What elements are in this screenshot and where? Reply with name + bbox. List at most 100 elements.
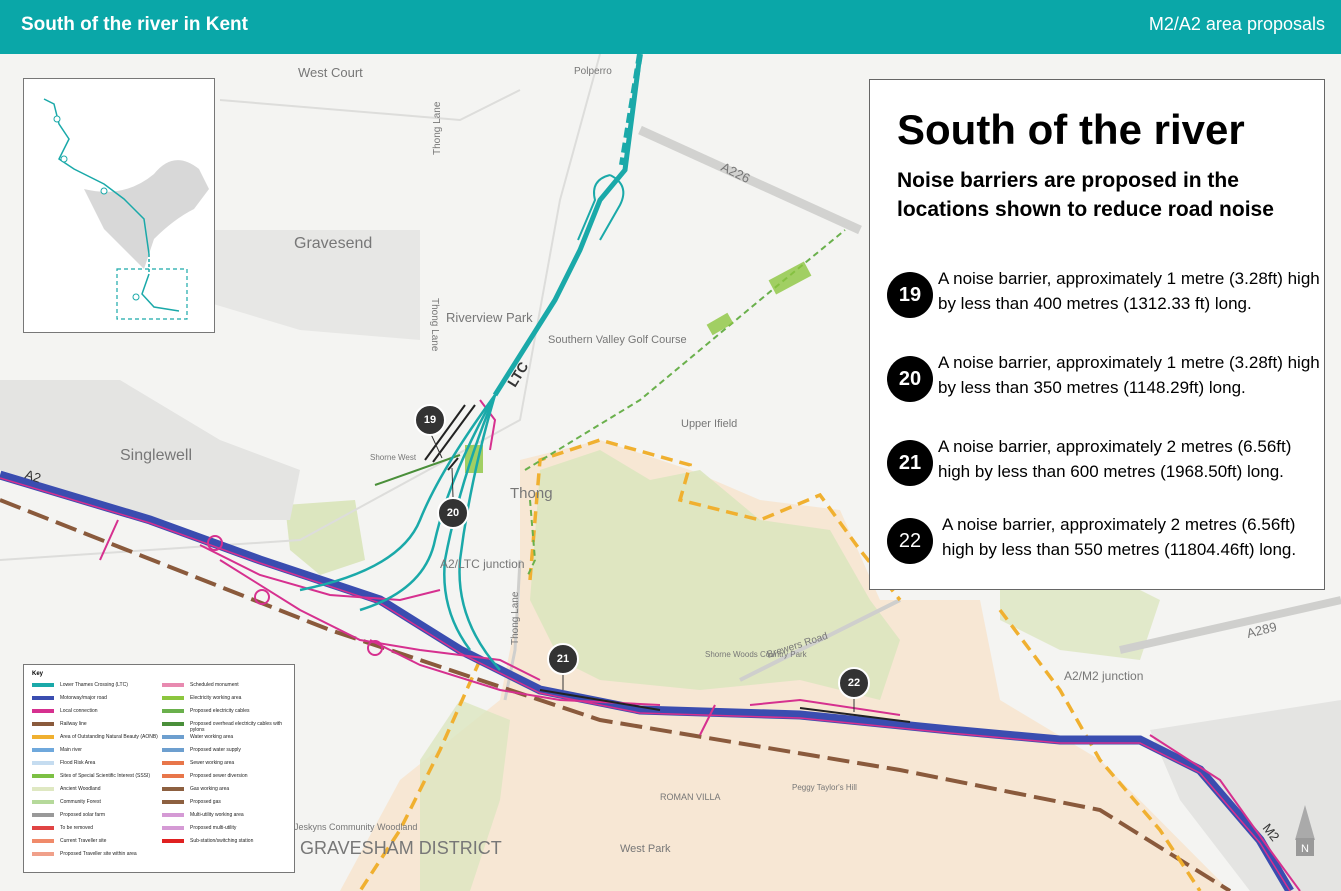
legend-swatch: [32, 761, 54, 765]
legend-swatch: [162, 787, 184, 791]
barrier-number-badge: 20: [887, 356, 933, 402]
legend-swatch: [162, 735, 184, 739]
legend-item-label: Proposed solar farm: [60, 812, 106, 818]
legend-item-label: Proposed Traveller site within area: [60, 851, 137, 857]
legend-item-label: Community Forest: [60, 799, 101, 805]
legend-swatch: [162, 774, 184, 778]
inset-river: [84, 160, 209, 269]
legend-swatch: [162, 800, 184, 804]
legend-item-label: Sewer working area: [190, 760, 235, 766]
legend-item-label: Motorway/major road: [60, 695, 107, 701]
header-bar: South of the river in Kent M2/A2 area pr…: [0, 0, 1341, 54]
label-gravesham: GRAVESHAM DISTRICT: [300, 838, 502, 858]
legend-item-label: Area of Outstanding Natural Beauty (AONB…: [60, 734, 158, 740]
legend-item-label: Sites of Special Scientific Interest (SS…: [60, 773, 151, 779]
legend-swatch: [162, 722, 184, 726]
legend-swatch: [162, 748, 184, 752]
barrier-description: A noise barrier, approximately 2 metres …: [938, 437, 1292, 481]
legend-swatch: [32, 852, 54, 856]
label-west-court: West Court: [298, 65, 363, 80]
barrier-number-badge: 19: [887, 272, 933, 318]
label-jeskyns: Jeskyns Community Woodland: [294, 822, 417, 832]
legend-swatch: [162, 826, 184, 830]
legend-item-label: Current Traveller site: [60, 838, 107, 844]
inset-ltc-route-south: [141, 273, 180, 312]
legend-item-label: Electricity working area: [190, 695, 242, 701]
label-a2-m2-junction: A2/M2 junction: [1064, 669, 1143, 683]
marker-22[interactable]: 22: [838, 667, 870, 699]
header-subtitle: M2/A2 area proposals: [1148, 14, 1325, 34]
label-peggy-taylors: Peggy Taylor's Hill: [792, 783, 857, 792]
inset-junction: [60, 155, 68, 163]
legend-swatch: [162, 761, 184, 765]
label-a2-ltc-junction: A2/LTC junction: [440, 557, 525, 571]
header-title: South of the river in Kent: [21, 14, 248, 35]
inset-svg: [43, 98, 209, 320]
legend-item-label: Local connection: [60, 708, 98, 714]
barrier-description: A noise barrier, approximately 1 metre (…: [938, 353, 1320, 397]
label-riverview-park: Riverview Park: [446, 310, 533, 325]
label-polperro: Polperro: [574, 66, 612, 77]
legend-item-label: Multi-utility working area: [190, 812, 244, 818]
legend-swatch: [32, 813, 54, 817]
legend-swatch: [162, 839, 184, 843]
label-thong-lane-north: Thong Lane: [432, 101, 443, 155]
legend-item-label: Water working area: [190, 734, 234, 740]
north-arrow-label: N: [1301, 843, 1309, 855]
legend-swatch: [32, 722, 54, 726]
label-roman-villa: ROMAN VILLA: [660, 792, 721, 802]
legend-item-label: Proposed overhead electricity cables wit…: [190, 721, 282, 733]
legend-swatch: [32, 709, 54, 713]
barrier-description: A noise barrier, approximately 2 metres …: [942, 515, 1297, 559]
barrier-description: A noise barrier, approximately 1 metre (…: [938, 269, 1320, 313]
legend-item-label: Scheduled monument: [190, 682, 239, 688]
legend-item-label: Railway line: [60, 721, 87, 727]
legend-swatch: [32, 787, 54, 791]
legend-swatch: [32, 735, 54, 739]
legend-item-label: Sub-station/switching station: [190, 838, 254, 844]
legend-item-label: Flood Risk Area: [60, 760, 96, 766]
marker-19[interactable]: 19: [414, 404, 446, 436]
legend-swatch: [32, 800, 54, 804]
legend-item-label: Proposed sewer diversion: [190, 773, 248, 779]
label-upper-ifield: Upper Ifield: [681, 418, 737, 430]
panel-subtitle: Noise barriers are proposed in the locat…: [897, 169, 1274, 221]
barrier-number-badge: 21: [887, 440, 933, 486]
legend-item-label: Proposed electricity cables: [190, 708, 250, 714]
label-thong-lane-south: Thong Lane: [510, 591, 521, 645]
legend-item-label: Main river: [60, 747, 82, 753]
legend-swatch: [32, 748, 54, 752]
label-shorne-west: Shorne West: [370, 453, 417, 462]
legend-swatch: [162, 696, 184, 700]
label-thong: Thong: [510, 485, 553, 502]
legend-swatch: [32, 826, 54, 830]
label-singlewell: Singlewell: [120, 447, 192, 464]
legend-item-label: Proposed water supply: [190, 747, 241, 753]
inset-junction: [100, 187, 108, 195]
info-panel: South of the river Noise barriers are pr…: [869, 79, 1325, 590]
label-gravesend: Gravesend: [294, 235, 372, 252]
panel-title: South of the river: [897, 106, 1245, 153]
label-southern-valley: Southern Valley Golf Course: [548, 334, 687, 346]
inset-junction: [132, 293, 140, 301]
legend-swatch: [32, 774, 54, 778]
legend-item-label: Proposed multi-utility: [190, 825, 237, 831]
legend-title: Key: [32, 671, 44, 677]
legend-item-label: Lower Thames Crossing (LTC): [60, 682, 128, 688]
marker-20[interactable]: 20: [437, 497, 469, 529]
marker-21[interactable]: 21: [547, 643, 579, 675]
legend-swatch: [162, 683, 184, 687]
legend-item-label: Gas working area: [190, 786, 230, 792]
legend-swatch: [162, 813, 184, 817]
map-legend: Key Lower Thames Crossing (LTC) Motorway/…: [23, 664, 295, 873]
legend-swatch: [162, 709, 184, 713]
label-thong-lane-west: Thong Lane: [429, 298, 440, 352]
inset-area-highlight: [116, 268, 188, 320]
inset-locator-map: [23, 78, 215, 333]
legend-item-label: To be removed: [60, 825, 94, 831]
legend-swatch: [32, 839, 54, 843]
legend-item-label: Proposed gas: [190, 799, 221, 805]
legend-item-label: Ancient Woodland: [60, 786, 101, 792]
barrier-number-badge: 22: [887, 518, 933, 564]
legend-swatch: [32, 696, 54, 700]
